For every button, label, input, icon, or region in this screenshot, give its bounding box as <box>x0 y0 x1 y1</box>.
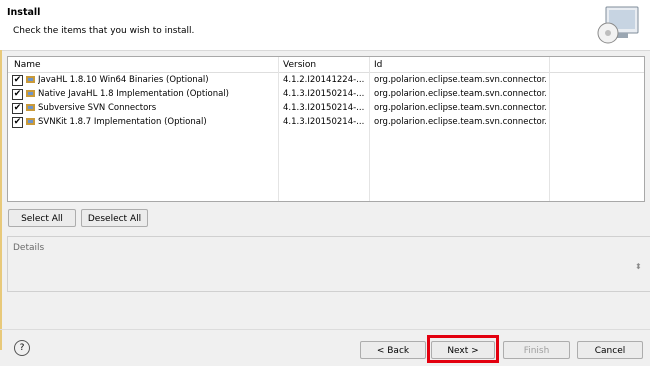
deselect-all-button[interactable]: Deselect All <box>81 209 148 227</box>
table-row[interactable]: ✔ Native JavaHL 1.8 Implementation (Opti… <box>8 88 644 102</box>
finish-button[interactable]: Finish <box>503 341 570 359</box>
row-checkbox[interactable]: ✔ <box>12 117 23 128</box>
item-name: Subversive SVN Connectors <box>38 103 157 113</box>
footer-divider <box>0 329 650 330</box>
help-icon[interactable]: ? <box>14 340 30 356</box>
item-id: org.polarion.eclipse.team.svn.connector.… <box>374 103 546 113</box>
item-name: SVNKit 1.8.7 Implementation (Optional) <box>38 117 207 127</box>
row-checkbox[interactable]: ✔ <box>12 89 23 100</box>
left-accent-strip <box>0 50 2 350</box>
item-version: 4.1.3.I20150214-... <box>283 89 365 99</box>
column-header-name[interactable]: Name <box>14 60 41 70</box>
select-all-button[interactable]: Select All <box>8 209 76 227</box>
item-version: 4.1.3.I20150214-... <box>283 117 365 127</box>
page-message: Check the items that you wish to install… <box>13 26 195 36</box>
item-id: org.polarion.eclipse.team.svn.connector.… <box>374 89 546 99</box>
install-items-table[interactable]: Name Version Id ✔ JavaHL 1.8.10 Win64 Bi… <box>7 56 645 202</box>
next-button-highlight <box>427 335 499 363</box>
wizard-header: Install Check the items that you wish to… <box>0 0 650 51</box>
install-cd-icon <box>597 6 639 44</box>
row-checkbox[interactable]: ✔ <box>12 103 23 114</box>
feature-plugin-icon <box>26 90 35 97</box>
cancel-button[interactable]: Cancel <box>577 341 643 359</box>
table-row[interactable]: ✔ SVNKit 1.8.7 Implementation (Optional)… <box>8 116 644 130</box>
back-button[interactable]: < Back <box>360 341 426 359</box>
details-group <box>7 236 650 292</box>
feature-plugin-icon <box>26 118 35 125</box>
item-name: Native JavaHL 1.8 Implementation (Option… <box>38 89 229 99</box>
scroll-arrows-icon[interactable]: ⬍ <box>635 262 642 271</box>
column-header-version[interactable]: Version <box>283 60 316 70</box>
item-version: 4.1.3.I20150214-... <box>283 103 365 113</box>
item-version: 4.1.2.I20141224-... <box>283 75 365 85</box>
feature-plugin-icon <box>26 104 35 111</box>
item-id: org.polarion.eclipse.team.svn.connector.… <box>374 75 546 85</box>
table-row[interactable]: ✔ JavaHL 1.8.10 Win64 Binaries (Optional… <box>8 74 644 88</box>
row-checkbox[interactable]: ✔ <box>12 75 23 86</box>
item-name: JavaHL 1.8.10 Win64 Binaries (Optional) <box>38 75 209 85</box>
page-title: Install <box>7 7 41 18</box>
details-label: Details <box>13 243 45 253</box>
item-id: org.polarion.eclipse.team.svn.connector.… <box>374 117 546 127</box>
feature-plugin-icon <box>26 76 35 83</box>
column-header-id[interactable]: Id <box>374 60 382 70</box>
table-row[interactable]: ✔ Subversive SVN Connectors 4.1.3.I20150… <box>8 102 644 116</box>
